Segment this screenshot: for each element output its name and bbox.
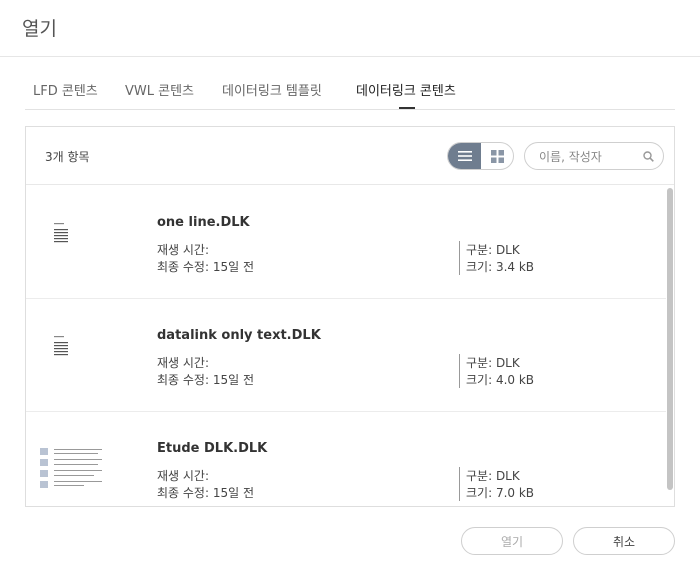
last-modified: 최종 수정: 15일 전 bbox=[157, 486, 254, 500]
file-type: 구분: DLK bbox=[459, 354, 520, 371]
file-name: Etude DLK.DLK bbox=[157, 441, 268, 456]
file-panel: 3개 항목 이름, 작성자 one line.DLK 재생 시간: 최종 수정:… bbox=[25, 126, 675, 507]
title-divider bbox=[0, 56, 700, 57]
file-row[interactable]: one line.DLK 재생 시간: 최종 수정: 15일 전 구분: DLK… bbox=[26, 186, 666, 299]
grid-view-icon bbox=[491, 149, 504, 163]
content-tabs: LFD 콘텐츠 VWL 콘텐츠 데이터링크 템플릿 데이터링크 콘텐츠 bbox=[25, 80, 675, 110]
panel-header: 3개 항목 bbox=[26, 127, 674, 185]
play-time: 재생 시간: bbox=[157, 469, 210, 483]
scrollbar-thumb[interactable] bbox=[667, 188, 673, 490]
file-type: 구분: DLK bbox=[459, 241, 520, 258]
search-icon[interactable] bbox=[643, 151, 654, 162]
view-toggle bbox=[447, 142, 514, 170]
dialog-title: 열기 bbox=[22, 18, 57, 40]
tab-vwl-content[interactable]: VWL 콘텐츠 bbox=[125, 80, 194, 99]
tab-lfd-content[interactable]: LFD 콘텐츠 bbox=[33, 80, 98, 99]
grid-view-button[interactable] bbox=[481, 143, 513, 169]
last-modified: 최종 수정: 15일 전 bbox=[157, 373, 254, 387]
open-button[interactable]: 열기 bbox=[461, 527, 563, 555]
scrollbar[interactable] bbox=[666, 186, 674, 506]
file-name: datalink only text.DLK bbox=[157, 328, 321, 343]
file-name: one line.DLK bbox=[157, 215, 250, 230]
list-view-icon bbox=[457, 151, 472, 161]
document-thumbnail-icon bbox=[54, 336, 68, 356]
file-type: 구분: DLK bbox=[459, 467, 520, 484]
document-thumbnail-icon bbox=[54, 223, 68, 243]
file-list: one line.DLK 재생 시간: 최종 수정: 15일 전 구분: DLK… bbox=[26, 186, 674, 506]
file-row[interactable]: datalink only text.DLK 재생 시간: 최종 수정: 15일… bbox=[26, 299, 666, 412]
play-time: 재생 시간: bbox=[157, 356, 210, 370]
file-size: 크기: 4.0 kB bbox=[459, 371, 534, 388]
file-size: 크기: 3.4 kB bbox=[459, 258, 534, 275]
active-tab-indicator bbox=[399, 107, 415, 109]
tab-datalink-content[interactable]: 데이터링크 콘텐츠 bbox=[356, 80, 456, 99]
search-box bbox=[524, 142, 664, 170]
item-count: 3개 항목 bbox=[45, 150, 90, 164]
tab-datalink-template[interactable]: 데이터링크 템플릿 bbox=[222, 80, 322, 99]
search-input[interactable] bbox=[539, 148, 639, 166]
cancel-button[interactable]: 취소 bbox=[573, 527, 675, 555]
play-time: 재생 시간: bbox=[157, 243, 210, 257]
file-size: 크기: 7.0 kB bbox=[459, 484, 534, 501]
list-view-button[interactable] bbox=[448, 143, 481, 169]
file-row[interactable]: Etude DLK.DLK 재생 시간: 최종 수정: 15일 전 구분: DL… bbox=[26, 412, 666, 506]
last-modified: 최종 수정: 15일 전 bbox=[157, 260, 254, 274]
document-thumbnail-icon bbox=[40, 448, 102, 488]
